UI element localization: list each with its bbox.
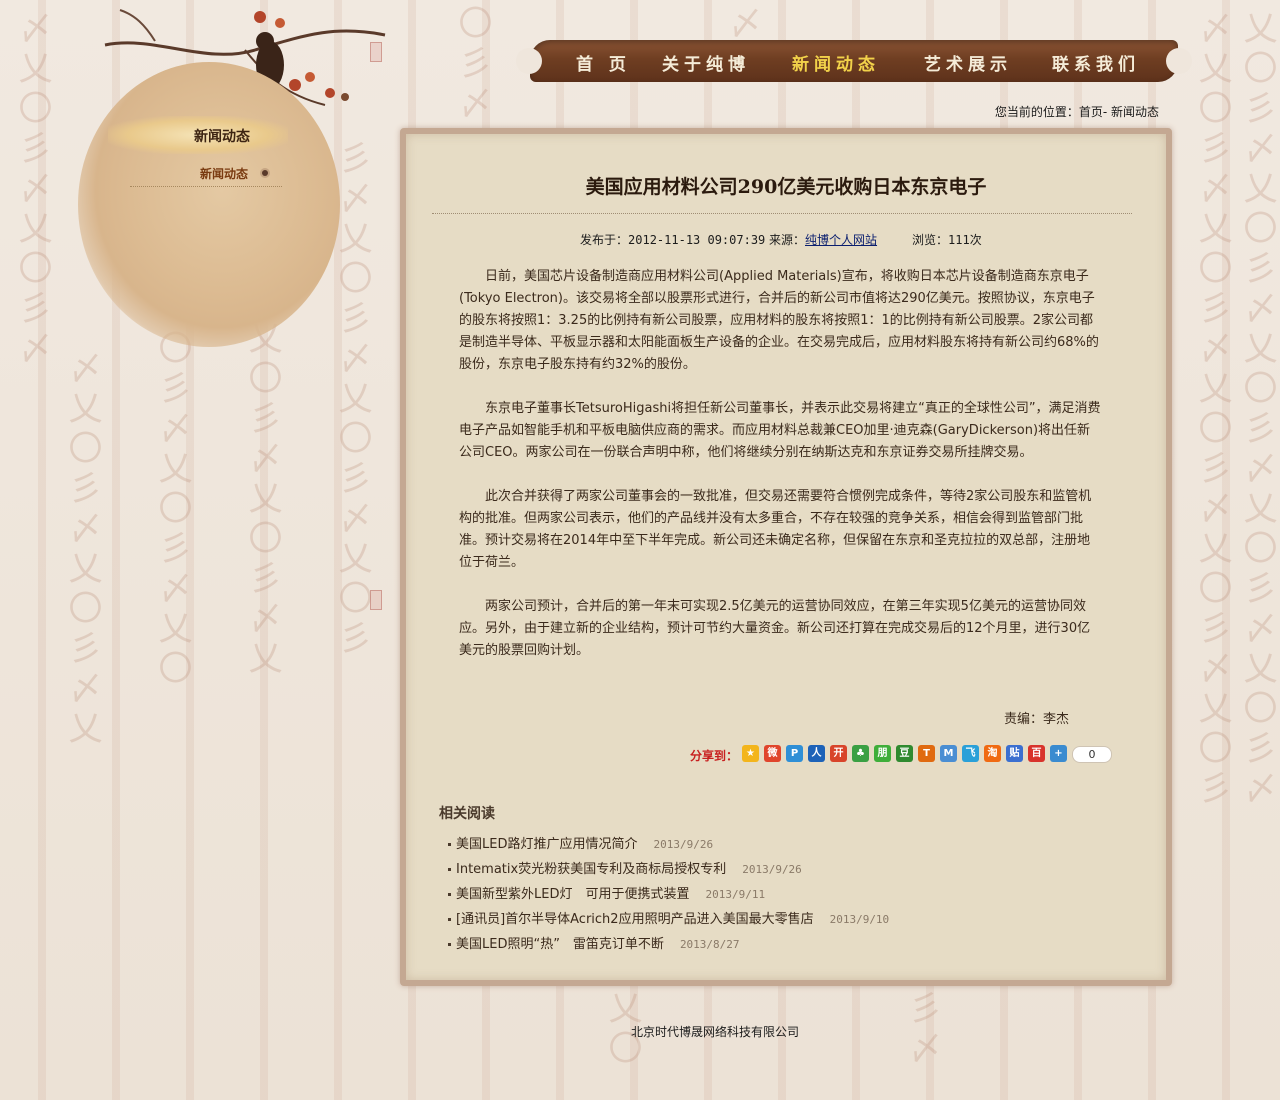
related-item: 美国LED照明“热” 雷笛克订单不断 2013/8/27 xyxy=(448,935,889,960)
related-item-link[interactable]: 美国新型紫外LED灯 可用于便携式装置 xyxy=(456,887,689,902)
article-paragraph: 此次合并获得了两家公司董事会的一致批准，但交易还需要符合惯例完成条件，等待2家公… xyxy=(459,489,1092,570)
meta-published: 发布于：2012-11-13 09:07:39 xyxy=(580,231,765,248)
calligraphy-decoration: 〆乂〇彡〆乂〇彡〆乂 xyxy=(62,350,102,750)
meta-views-value: 111次 xyxy=(948,233,982,247)
meta-source-link[interactable]: 纯博个人网站 xyxy=(805,233,877,247)
related-item-date: 2013/9/26 xyxy=(742,863,802,876)
msn-icon[interactable]: M xyxy=(940,745,957,762)
related-item: 美国LED路灯推广应用情况简介 2013/9/26 xyxy=(448,835,889,860)
calligraphy-decoration: 〆乂〇彡〆乂〇彡〆 xyxy=(12,10,52,370)
related-item-date: 2013/8/27 xyxy=(679,938,740,951)
sidebar-item-bullet-icon xyxy=(262,170,268,176)
article-paragraph: 东京电子董事长TetsuroHigashi将担任新公司董事长，并表示此交易将建立… xyxy=(459,401,1101,460)
douban-icon[interactable]: 豆 xyxy=(896,745,913,762)
related-item-link[interactable]: [通讯员]首尔半导体Acrich2应用照明产品进入美国最大零售店 xyxy=(456,912,814,927)
calligraphy-decoration: 乂〇彡〆乂〇彡〆乂 xyxy=(242,320,282,680)
article-paragraph: 日前，美国芯片设备制造商应用材料公司(Applied Materials)宣布，… xyxy=(459,269,1099,372)
related-item: [通讯员]首尔半导体Acrich2应用照明产品进入美国最大零售店 2013/9/1… xyxy=(448,910,889,935)
kaixin-icon[interactable]: 开 xyxy=(830,745,847,762)
meta-views: 浏览：111次 xyxy=(912,231,982,248)
breadcrumb: 您当前的位置：首页- 新闻动态 xyxy=(994,105,1159,119)
pengyou-icon[interactable]: 朋 xyxy=(874,745,891,762)
title-divider xyxy=(432,213,1132,214)
bullet-icon xyxy=(448,893,451,896)
sidebar-divider xyxy=(130,186,282,187)
related-item-date: 2013/9/10 xyxy=(829,913,890,926)
meta-published-value: 2012-11-13 09:07:39 xyxy=(628,233,766,247)
sidebar-title: 新闻动态 xyxy=(194,129,250,145)
bullet-icon xyxy=(448,843,451,846)
bullet-icon xyxy=(448,943,451,946)
tencent-weibo-icon[interactable]: P xyxy=(786,745,803,762)
nav-item-home[interactable]: 首 页 xyxy=(576,50,631,75)
nav-item-art[interactable]: 艺术展示 xyxy=(924,50,1012,75)
bullet-icon xyxy=(448,868,451,871)
sidebar-circle-panel xyxy=(78,62,340,347)
related-reading-list: 美国LED路灯推广应用情况简介 2013/9/26 Intematix荧光粉获美国… xyxy=(448,835,889,960)
related-item-link[interactable]: 美国LED路灯推广应用情况简介 xyxy=(456,837,637,852)
taobao-icon[interactable]: 淘 xyxy=(984,745,1001,762)
article-editor: 责编：李杰 xyxy=(1004,712,1070,727)
nav-item-contact[interactable]: 联系我们 xyxy=(1052,50,1140,75)
related-item-link[interactable]: 美国LED照明“热” 雷笛克订单不断 xyxy=(456,937,664,952)
calligraphy-decoration: 乂〇彡〆乂〇彡〆乂〇彡〆乂〇彡〆乂〇彡〆 xyxy=(1237,10,1277,810)
qzone-icon[interactable]: ★ xyxy=(742,745,759,762)
calligraphy-decoration: 〆乂〇彡〆乂〇彡〆乂〇彡〆乂〇彡〆乂〇彡 xyxy=(1192,10,1232,810)
related-item-date: 2013/9/26 xyxy=(653,838,714,851)
share-label: 分享到： xyxy=(690,749,739,763)
baidu-icon[interactable]: 百 xyxy=(1028,745,1045,762)
share-count[interactable]: 0 xyxy=(1072,746,1112,763)
related-item-link[interactable]: Intematix荧光粉获美国专利及商标局授权专利 xyxy=(456,862,726,877)
sidebar-item-news[interactable]: 新闻动态 xyxy=(200,165,248,182)
article-body: 日前，美国芯片设备制造商应用材料公司(Applied Materials)宣布，… xyxy=(459,266,1101,684)
nav-item-about[interactable]: 关于纯博 xyxy=(662,50,750,75)
meta-published-label: 发布于： xyxy=(580,233,629,247)
weibo-icon[interactable]: 微 xyxy=(764,745,781,762)
renren-icon[interactable]: 人 xyxy=(808,745,825,762)
article-paragraph: 两家公司预计，合并后的第一年末可实现2.5亿美元的运营协同效应，在第三年实现5亿… xyxy=(459,599,1091,658)
share-icon-group: ★ 微 P 人开 ♣ 朋豆 T M 飞淘贴百 + xyxy=(742,745,1067,762)
seal-stamp xyxy=(370,42,382,62)
footer-company: 北京时代博晟网络科技有限公司 xyxy=(630,1025,799,1039)
related-item: 美国新型紫外LED灯 可用于便携式装置 2013/9/11 xyxy=(448,885,889,910)
bullet-icon xyxy=(448,918,451,921)
related-item-date: 2013/9/11 xyxy=(705,888,766,901)
tianya-icon[interactable]: T xyxy=(918,745,935,762)
related-item: Intematix荧光粉获美国专利及商标局授权专利 2013/9/26 xyxy=(448,860,889,885)
more-icon[interactable]: + xyxy=(1050,745,1067,762)
clover-icon[interactable]: ♣ xyxy=(852,745,869,762)
seal-stamp xyxy=(370,590,382,610)
article-title: 美国应用材料公司290亿美元收购日本东京电子 xyxy=(585,176,987,198)
related-reading-title: 相关阅读 xyxy=(439,806,495,822)
nav-item-news[interactable]: 新闻动态 xyxy=(792,50,880,75)
meta-source-label: 来源： xyxy=(769,233,806,247)
meta-source: 来源：纯博个人网站 xyxy=(769,231,877,248)
tieba-icon[interactable]: 贴 xyxy=(1006,745,1023,762)
meta-views-label: 浏览： xyxy=(912,233,949,247)
calligraphy-decoration: 〇彡〆 xyxy=(452,5,492,125)
calligraphy-decoration: 〇彡〆乂〇彡〆乂〇 xyxy=(152,330,192,690)
feixin-icon[interactable]: 飞 xyxy=(962,745,979,762)
